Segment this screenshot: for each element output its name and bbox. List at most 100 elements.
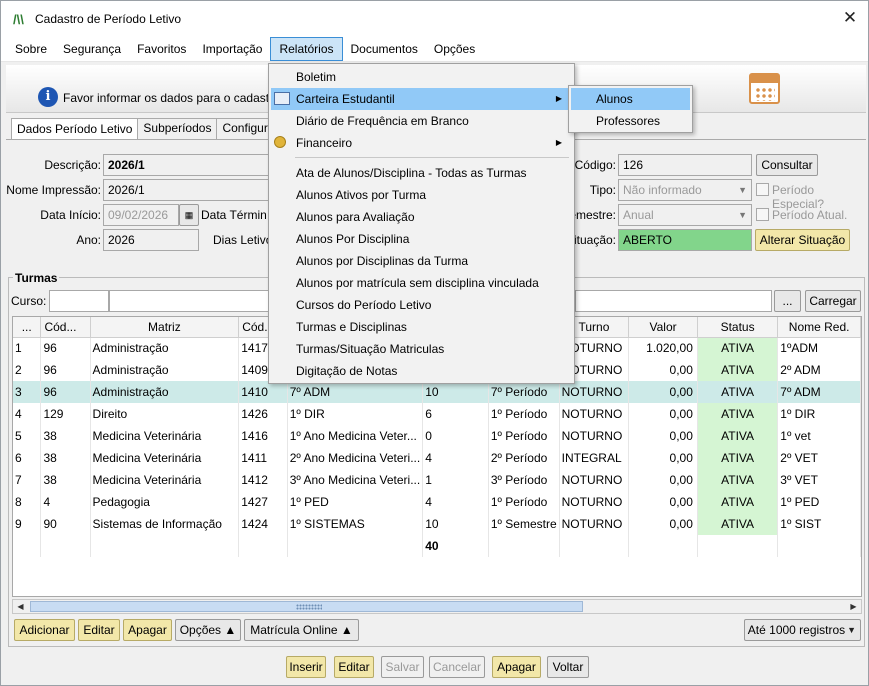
cell-index: 2	[13, 359, 42, 381]
cell-matriz: Pedagogia	[90, 491, 240, 513]
cell-turma: 3º Ano Medicina Veteri...	[287, 469, 424, 491]
data-inicio-field[interactable]: 09/02/2026	[103, 204, 179, 226]
horizontal-scrollbar[interactable]: ◀ ▶	[12, 599, 862, 614]
col-header-index[interactable]: ...	[13, 317, 42, 338]
cell-turno: NOTURNO	[559, 513, 630, 535]
menu-diario-frequencia[interactable]: Diário de Frequência em Branco	[271, 110, 572, 132]
cell-turno: NOTURNO	[559, 491, 630, 513]
browse-button[interactable]: ...	[774, 290, 801, 312]
total-cell	[628, 535, 698, 557]
inserir-button[interactable]: Inserir	[286, 656, 326, 678]
carregar-button[interactable]: Carregar	[805, 290, 861, 312]
menu-opcoes[interactable]: Opções	[426, 37, 483, 61]
semestre-select[interactable]: Anual ▼	[618, 204, 752, 226]
scroll-right-icon[interactable]: ▶	[846, 600, 861, 613]
table-row[interactable]: 3 96 Administração 1410 7º ADM 10 7º Período NO…	[13, 381, 861, 403]
codigo-field[interactable]: 126	[618, 154, 752, 176]
menu-relatorios[interactable]: Relatórios	[270, 37, 343, 61]
col-header-valor[interactable]: Valor	[628, 317, 698, 338]
cell-alunos: 10	[422, 381, 489, 403]
chevron-down-icon: ▼	[738, 210, 747, 220]
menu-financeiro-label: Financeiro	[296, 136, 353, 150]
cell-matriz: Sistemas de Informação	[90, 513, 240, 535]
menu-boletim[interactable]: Boletim	[271, 66, 572, 88]
apagar-turma-button[interactable]: Apagar	[123, 619, 172, 641]
menu-cursos-periodo-label: Cursos do Período Letivo	[296, 298, 432, 312]
cell-alunos: 6	[422, 403, 489, 425]
cell-nome-red: 2º VET	[777, 447, 861, 469]
curso-name-field[interactable]	[109, 290, 269, 312]
cell-turma: 1º PED	[287, 491, 424, 513]
editar-turma-button[interactable]: Editar	[78, 619, 120, 641]
opcoes-dropdown-button[interactable]: Opções ▲	[175, 619, 241, 641]
scrollbar-thumb[interactable]	[30, 601, 583, 612]
submenu-professores[interactable]: Professores	[571, 110, 690, 132]
consultar-button[interactable]: Consultar	[756, 154, 818, 176]
nome-impressao-field[interactable]: 2026/1	[103, 179, 273, 201]
menu-alunos-ativos[interactable]: Alunos Ativos por Turma	[271, 184, 572, 206]
col-header-matriz[interactable]: Matriz	[90, 317, 240, 338]
cell-valor: 0,00	[628, 469, 698, 491]
col-header-nome-red[interactable]: Nome Red.	[777, 317, 861, 338]
registros-limit-select[interactable]: Até 1000 registros ▼	[744, 619, 861, 641]
descricao-field[interactable]: 2026/1	[103, 154, 273, 176]
matricula-online-button[interactable]: Matrícula Online ▲	[244, 619, 359, 641]
cell-periodo: 3º Período	[488, 469, 560, 491]
editar-button[interactable]: Editar	[334, 656, 374, 678]
table-row[interactable]: 8 4 Pedagogia 1427 1º PED 4 1º Período NOTURNO 0…	[13, 491, 861, 513]
curso-extra-field[interactable]	[575, 290, 772, 312]
voltar-button[interactable]: Voltar	[547, 656, 589, 678]
col-header-cod-curso[interactable]: Cód...	[40, 317, 91, 338]
menu-carteira-estudantil[interactable]: Carteira Estudantil ▶	[271, 88, 572, 110]
salvar-button[interactable]: Salvar	[381, 656, 424, 678]
menu-alunos-disciplina[interactable]: Alunos Por Disciplina	[271, 228, 572, 250]
cell-status: ATIVA	[697, 447, 779, 469]
table-row[interactable]: 9 90 Sistemas de Informação 1424 1º SISTEMAS…	[13, 513, 861, 535]
ano-field[interactable]: 2026	[103, 229, 199, 251]
table-row[interactable]: 7 38 Medicina Veterinária 1412 3º Ano Medici…	[13, 469, 861, 491]
date-picker-icon[interactable]: ▦	[179, 204, 199, 226]
menu-financeiro[interactable]: Financeiro ▶	[271, 132, 572, 154]
close-button[interactable]: ✕	[842, 9, 858, 27]
menu-alunos-disciplinas-turma[interactable]: Alunos por Disciplinas da Turma	[271, 250, 572, 272]
cancelar-button[interactable]: Cancelar	[429, 656, 485, 678]
menu-seguranca[interactable]: Segurança	[55, 37, 129, 61]
tab-dados-periodo-letivo[interactable]: Dados Período Letivo	[11, 118, 139, 140]
relatorios-dropdown: Boletim Carteira Estudantil ▶ Diário de …	[268, 63, 575, 384]
tab-subperiodos[interactable]: Subperíodos	[137, 118, 218, 139]
menu-sobre[interactable]: Sobre	[7, 37, 55, 61]
cell-cod-curso: 38	[40, 447, 91, 469]
tipo-select[interactable]: Não informado ▼	[618, 179, 752, 201]
menu-turmas-situacao[interactable]: Turmas/Situação Matriculas	[271, 338, 572, 360]
table-row[interactable]: 4 129 Direito 1426 1º DIR 6 1º Período NOTURNO 0…	[13, 403, 861, 425]
submenu-alunos[interactable]: Alunos	[571, 88, 690, 110]
menu-alunos-avaliacao[interactable]: Alunos para Avaliação	[271, 206, 572, 228]
data-termino-label: Data Términ	[201, 208, 267, 222]
periodo-especial-checkbox[interactable]	[756, 183, 769, 196]
col-header-status[interactable]: Status	[697, 317, 779, 338]
menu-documentos[interactable]: Documentos	[343, 37, 426, 61]
periodo-atual-checkbox[interactable]	[756, 208, 769, 221]
tab-configuracoes[interactable]: Configur	[216, 118, 274, 139]
menu-ata-alunos[interactable]: Ata de Alunos/Disciplina - Todas as Turm…	[271, 162, 572, 184]
curso-code-field[interactable]	[49, 290, 109, 312]
menu-cursos-periodo[interactable]: Cursos do Período Letivo	[271, 294, 572, 316]
table-row[interactable]: 5 38 Medicina Veterinária 1416 1º Ano Medici…	[13, 425, 861, 447]
menu-digitacao-notas[interactable]: Digitação de Notas	[271, 360, 572, 382]
cell-alunos: 4	[422, 491, 489, 513]
menu-alunos-sem-disciplina[interactable]: Alunos por matrícula sem disciplina vinc…	[271, 272, 572, 294]
cell-index: 3	[13, 381, 42, 403]
alterar-situacao-button[interactable]: Alterar Situação	[755, 229, 850, 251]
cell-periodo: 7º Período	[488, 381, 560, 403]
menu-importacao[interactable]: Importação	[194, 37, 270, 61]
apagar-button[interactable]: Apagar	[492, 656, 541, 678]
menu-favoritos[interactable]: Favoritos	[129, 37, 194, 61]
data-inicio-label: Data Início:	[40, 208, 101, 222]
total-cell	[90, 535, 240, 557]
menu-turmas-disciplinas[interactable]: Turmas e Disciplinas	[271, 316, 572, 338]
scroll-left-icon[interactable]: ◀	[13, 600, 28, 613]
table-row[interactable]: 6 38 Medicina Veterinária 1411 2º Ano Medici…	[13, 447, 861, 469]
coins-icon	[274, 136, 286, 148]
adicionar-button[interactable]: Adicionar	[14, 619, 75, 641]
cell-valor: 0,00	[628, 491, 698, 513]
